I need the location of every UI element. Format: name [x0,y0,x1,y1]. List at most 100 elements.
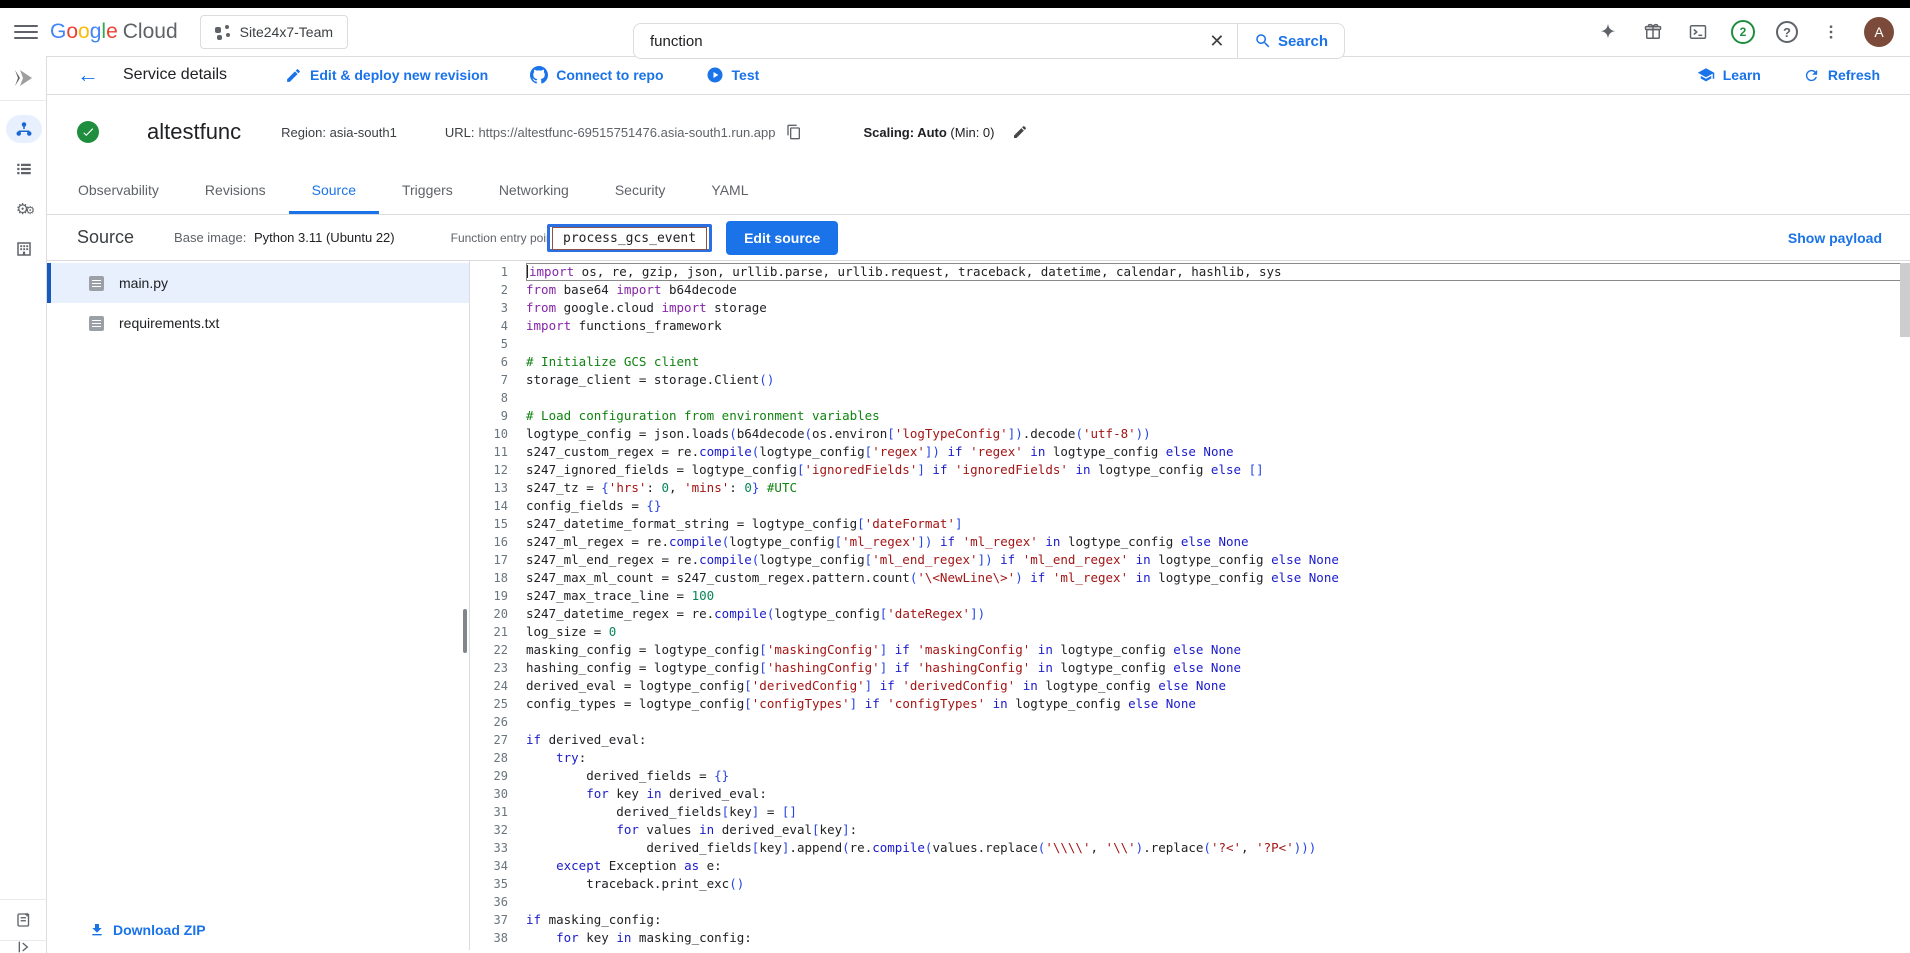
code-line[interactable]: 23hashing_config = logtype_config['hashi… [470,659,1910,677]
edit-source-button[interactable]: Edit source [726,221,838,255]
code-line[interactable]: 9# Load configuration from environment v… [470,407,1910,425]
copy-url-icon[interactable] [786,124,802,140]
learn-cap-icon [1697,66,1715,84]
code-line[interactable]: 32 for values in derived_eval[key]: [470,821,1910,839]
topbar-icons: 2 ? A [1596,17,1894,47]
code-line[interactable]: 28 try: [470,749,1910,767]
project-picker[interactable]: Site24x7-Team [200,15,348,49]
nav-organization-icon[interactable] [0,229,47,269]
code-line[interactable]: 22masking_config = logtype_config['maski… [470,641,1910,659]
code-line[interactable]: 1import os, re, gzip, json, urllib.parse… [470,263,1910,281]
rail-partial-icon[interactable] [0,941,47,953]
code-line[interactable]: 24derived_eval = logtype_config['derived… [470,677,1910,695]
line-number: 36 [470,895,526,909]
file-item-requirements-txt[interactable]: requirements.txt [47,303,469,343]
show-payload-link[interactable]: Show payload [1788,230,1882,246]
project-icon [215,25,230,40]
code-line[interactable]: 31 derived_fields[key] = [] [470,803,1910,821]
editor-scrollbar[interactable] [1900,263,1910,337]
code-line[interactable]: 5 [470,335,1910,353]
search-button[interactable]: Search [1237,24,1344,58]
code-line[interactable]: 16s247_ml_regex = re.compile(logtype_con… [470,533,1910,551]
code-line[interactable]: 17s247_ml_end_regex = re.compile(logtype… [470,551,1910,569]
code-line[interactable]: 21log_size = 0 [470,623,1910,641]
url-label: URL: [445,125,475,140]
test-button[interactable]: Test [706,66,760,84]
cloud-shell-icon[interactable] [1686,20,1710,44]
download-zip-link[interactable]: Download ZIP [89,922,206,938]
code-line[interactable]: 34 except Exception as e: [470,857,1910,875]
gemini-sparkle-icon[interactable] [1596,20,1620,44]
code-line-text: s247_datetime_regex = re.compile(logtype… [526,605,1910,623]
base-image: Base image: Python 3.11 (Ubuntu 22) [174,230,395,245]
release-notes-icon[interactable] [0,900,47,940]
code-line[interactable]: 15s247_datetime_format_string = logtype_… [470,515,1910,533]
search-clear-icon[interactable]: ✕ [1197,25,1237,57]
more-vert-icon[interactable] [1819,20,1843,44]
code-line[interactable]: 35 traceback.print_exc() [470,875,1910,893]
menu-icon[interactable] [14,20,38,44]
code-line[interactable]: 33 derived_fields[key].append(re.compile… [470,839,1910,857]
file-item-main-py[interactable]: main.py [47,263,469,303]
code-line[interactable]: 19s247_max_trace_line = 100 [470,587,1910,605]
code-line[interactable]: 8 [470,389,1910,407]
tab-observability[interactable]: Observability [55,169,182,214]
code-line[interactable]: 38 for key in masking_config: [470,929,1910,947]
code-line-text: derived_fields[key].append(re.compile(va… [526,839,1910,857]
code-line[interactable]: 27if derived_eval: [470,731,1910,749]
connect-repo-button[interactable]: Connect to repo [530,66,663,84]
code-line[interactable]: 11s247_custom_regex = re.compile(logtype… [470,443,1910,461]
code-line[interactable]: 20s247_datetime_regex = re.compile(logty… [470,605,1910,623]
code-line[interactable]: 36 [470,893,1910,911]
edit-deploy-button[interactable]: Edit & deploy new revision [285,67,488,84]
activities-count: 2 [1740,25,1747,39]
back-arrow-icon[interactable]: ← [77,64,99,86]
google-cloud-logo[interactable]: Google Cloud [50,20,178,44]
nav-settings-gears-icon[interactable]: ⚙⚙ [0,189,47,229]
edit-deploy-label: Edit & deploy new revision [310,67,488,83]
code-line[interactable]: 30 for key in derived_eval: [470,785,1910,803]
help-icon[interactable]: ? [1776,21,1798,43]
github-icon [530,66,548,84]
code-line[interactable]: 7storage_client = storage.Client() [470,371,1910,389]
source-toolbar: Source Base image: Python 3.11 (Ubuntu 2… [47,215,1910,261]
activities-badge[interactable]: 2 [1731,20,1755,44]
code-line[interactable]: 29 derived_fields = {} [470,767,1910,785]
cloud-run-logo-icon[interactable] [0,56,47,100]
tab-triggers[interactable]: Triggers [379,169,476,214]
tab-security[interactable]: Security [592,169,689,214]
code-line-text: import os, re, gzip, json, urllib.parse,… [526,263,1910,281]
edit-scaling-icon[interactable] [1012,124,1028,140]
entry-point-input[interactable]: process_gcs_event [552,227,707,250]
code-line[interactable]: 2from base64 import b64decode [470,281,1910,299]
gift-icon[interactable] [1641,20,1665,44]
code-line[interactable]: 14config_fields = {} [470,497,1910,515]
code-line[interactable]: 4import functions_framework [470,317,1910,335]
service-tabs: Observability Revisions Source Triggers … [47,169,1910,215]
file-panel-scrollbar[interactable] [463,609,467,653]
code-line[interactable]: 13s247_tz = {'hrs': 0, 'mins': 0} #UTC [470,479,1910,497]
code-line[interactable]: 37if masking_config: [470,911,1910,929]
url-value[interactable]: https://altestfunc-69515751476.asia-sout… [478,125,775,140]
line-number: 29 [470,769,526,783]
code-line[interactable]: 12s247_ignored_fields = logtype_config['… [470,461,1910,479]
code-line[interactable]: 10logtype_config = json.loads(b64decode(… [470,425,1910,443]
code-line[interactable]: 26 [470,713,1910,731]
nav-services-icon[interactable] [0,109,47,149]
code-line[interactable]: 18s247_max_ml_count = s247_custom_regex.… [470,569,1910,587]
tab-source[interactable]: Source [289,169,379,214]
code-line[interactable]: 6# Initialize GCS client [470,353,1910,371]
nav-jobs-list-icon[interactable] [0,149,47,189]
code-line[interactable]: 25config_types = logtype_config['configT… [470,695,1910,713]
code-line-text: import functions_framework [526,317,1910,335]
tab-revisions[interactable]: Revisions [182,169,289,214]
top-black-strip [0,0,1910,8]
avatar[interactable]: A [1864,17,1894,47]
tab-networking[interactable]: Networking [476,169,592,214]
code-line[interactable]: 3from google.cloud import storage [470,299,1910,317]
refresh-button[interactable]: Refresh [1803,67,1880,84]
code-editor[interactable]: 1import os, re, gzip, json, urllib.parse… [470,261,1910,950]
tab-yaml[interactable]: YAML [688,169,771,214]
search-input[interactable] [634,33,1197,50]
learn-button[interactable]: Learn [1697,66,1761,84]
